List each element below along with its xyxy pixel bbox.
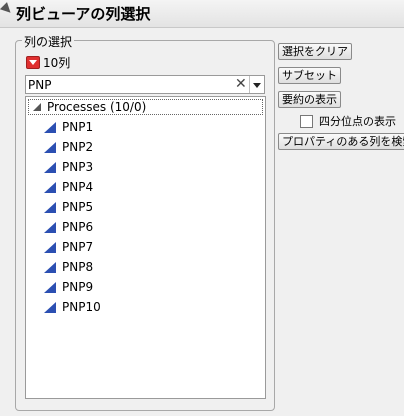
continuous-column-icon (44, 261, 56, 273)
column-count-row: 10列 (26, 54, 70, 70)
column-list[interactable]: Processes (10/0) PNP1 PNP2 PNP3 PNP4 PNP… (25, 96, 266, 399)
list-item-label: PNP6 (62, 220, 94, 234)
continuous-column-icon (44, 281, 56, 293)
collapse-triangle-icon[interactable] (0, 2, 15, 17)
list-item[interactable]: PNP8 (44, 257, 93, 277)
list-item-label: PNP9 (62, 280, 94, 294)
list-item[interactable]: PNP3 (44, 157, 93, 177)
clear-search-icon[interactable]: ✕ (235, 76, 247, 93)
list-item[interactable]: PNP1 (44, 117, 93, 137)
quartiles-checkbox-row[interactable]: 四分位点の表示 (300, 113, 396, 129)
continuous-column-icon (44, 121, 56, 133)
list-item-label: PNP7 (62, 240, 94, 254)
continuous-column-icon (44, 301, 56, 313)
continuous-column-icon (44, 141, 56, 153)
expand-triangle-icon[interactable] (33, 103, 41, 111)
continuous-column-icon (44, 221, 56, 233)
quartiles-checkbox-label: 四分位点の表示 (319, 115, 396, 128)
continuous-column-icon (44, 161, 56, 173)
show-summary-button[interactable]: 要約の表示 (278, 91, 341, 108)
list-item-label: PNP2 (62, 140, 94, 154)
list-item-label: PNP1 (62, 120, 94, 134)
continuous-column-icon (44, 181, 56, 193)
search-options-dropdown-button[interactable] (249, 76, 264, 93)
column-count-label: 10列 (43, 55, 71, 70)
continuous-column-icon (44, 201, 56, 213)
group-legend: 列の選択 (22, 33, 75, 50)
find-columns-with-properties-button[interactable]: プロパティのある列を検索 (278, 133, 404, 150)
window-title-bar: 列ビューアの列選択 (0, 0, 404, 28)
search-box: ✕ (25, 75, 265, 94)
list-item-label: PNP3 (62, 160, 94, 174)
group-label: Processes (10/0) (47, 100, 147, 114)
red-menu-triangle-icon[interactable] (26, 55, 40, 69)
list-item-label: PNP10 (62, 300, 101, 314)
group-row-processes[interactable]: Processes (10/0) (28, 99, 263, 115)
list-item[interactable]: PNP5 (44, 197, 93, 217)
page-title: 列ビューアの列選択 (16, 5, 151, 23)
list-item[interactable]: PNP4 (44, 177, 93, 197)
list-item[interactable]: PNP10 (44, 297, 101, 317)
search-input[interactable] (28, 77, 228, 92)
continuous-column-icon (44, 241, 56, 253)
subset-button[interactable]: サブセット (278, 67, 341, 84)
list-item[interactable]: PNP9 (44, 277, 93, 297)
clear-selection-button[interactable]: 選択をクリア (278, 43, 352, 60)
quartiles-checkbox[interactable] (300, 114, 313, 128)
list-item-label: PNP5 (62, 200, 94, 214)
list-item[interactable]: PNP7 (44, 237, 93, 257)
list-item[interactable]: PNP6 (44, 217, 93, 237)
list-item-label: PNP8 (62, 260, 94, 274)
list-item-label: PNP4 (62, 180, 94, 194)
list-item[interactable]: PNP2 (44, 137, 93, 157)
